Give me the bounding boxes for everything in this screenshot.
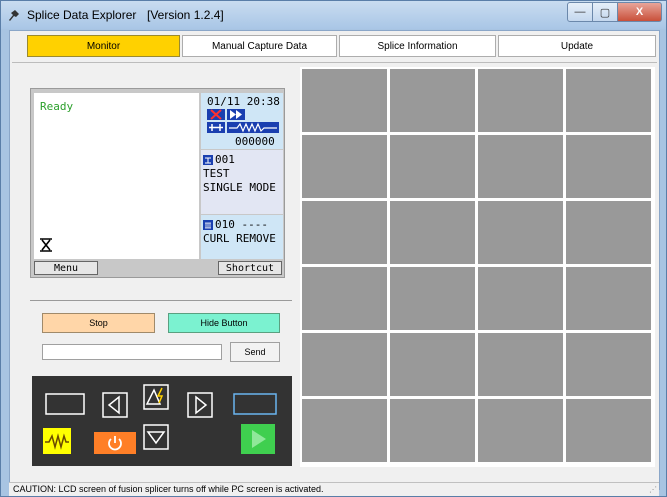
- grid-cell[interactable]: [478, 399, 563, 462]
- no-splice-icon: [207, 109, 225, 120]
- down-arrow-key[interactable]: [143, 424, 169, 450]
- program-name: TEST: [203, 167, 230, 180]
- lcd-shortcut-button[interactable]: Shortcut: [218, 261, 282, 275]
- send-input[interactable]: [42, 344, 222, 360]
- grid-cell[interactable]: [302, 267, 387, 330]
- window-title: Splice Data Explorer: [27, 8, 137, 22]
- send-button[interactable]: Send: [230, 342, 280, 362]
- tab-monitor[interactable]: Monitor: [27, 35, 180, 57]
- grid-cell[interactable]: [390, 201, 475, 264]
- maximize-button[interactable]: ▢: [593, 2, 618, 22]
- tab-splice-information[interactable]: Splice Information: [339, 35, 496, 57]
- window-controls: — ▢ X: [567, 2, 662, 22]
- grid-cell[interactable]: [390, 399, 475, 462]
- tab-divider: [12, 62, 657, 63]
- lcd-main-screen[interactable]: Ready: [34, 93, 199, 259]
- panel-divider: [30, 300, 292, 301]
- hide-button[interactable]: Hide Button: [168, 313, 280, 333]
- lcd-info-top: 01/11 20:38 000000: [201, 93, 283, 149]
- grid-cell[interactable]: [566, 399, 651, 462]
- grid-cell[interactable]: [566, 201, 651, 264]
- heater-icon: [203, 220, 213, 230]
- grid-cell[interactable]: [390, 135, 475, 198]
- lcd-info-program: 001 TEST SINGLE MODE: [201, 150, 283, 214]
- blank-key-right[interactable]: [233, 393, 277, 415]
- waveform-key[interactable]: [43, 428, 71, 454]
- waveform-bar-icon: [227, 122, 279, 133]
- grid-cell[interactable]: [566, 333, 651, 396]
- start-key[interactable]: [241, 424, 275, 454]
- capture-grid: [300, 67, 655, 467]
- lcd-menu-button[interactable]: Menu: [34, 261, 98, 275]
- grid-cell[interactable]: [478, 69, 563, 132]
- resize-grip-icon[interactable]: ⋰: [649, 485, 657, 494]
- grid-cell[interactable]: [302, 135, 387, 198]
- minimize-button[interactable]: —: [567, 2, 593, 22]
- app-icon: [9, 10, 19, 21]
- grid-cell[interactable]: [566, 69, 651, 132]
- splicer-keypad: [32, 376, 292, 466]
- grid-cell[interactable]: [302, 333, 387, 396]
- grid-cell[interactable]: [478, 135, 563, 198]
- tab-bar: Monitor Manual Capture Data Splice Infor…: [17, 35, 658, 57]
- grid-cell[interactable]: [302, 201, 387, 264]
- power-key[interactable]: [94, 432, 136, 454]
- grid-cell[interactable]: [478, 201, 563, 264]
- heater-number: 010 ----: [215, 218, 268, 231]
- grid-cell[interactable]: [390, 333, 475, 396]
- tab-manual-capture-data[interactable]: Manual Capture Data: [182, 35, 337, 57]
- window-version: [Version 1.2.4]: [147, 8, 224, 22]
- title-bar[interactable]: Splice Data Explorer [Version 1.2.4] — ▢…: [1, 1, 666, 29]
- grid-cell[interactable]: [390, 267, 475, 330]
- fast-forward-icon: [227, 109, 245, 120]
- lcd-counter: 000000: [235, 135, 275, 148]
- program-number: 001: [215, 153, 235, 166]
- lcd-datetime: 01/11 20:38: [207, 95, 280, 108]
- grid-cell[interactable]: [478, 333, 563, 396]
- lcd-status-text: Ready: [40, 100, 74, 113]
- blank-key-left[interactable]: [45, 393, 85, 415]
- arc-key[interactable]: [143, 384, 169, 410]
- stop-button[interactable]: Stop: [42, 313, 155, 333]
- status-bar: CAUTION: LCD screen of fusion splicer tu…: [9, 482, 659, 496]
- grid-cell[interactable]: [302, 399, 387, 462]
- grid-cell[interactable]: [478, 267, 563, 330]
- right-arrow-key[interactable]: [187, 392, 213, 418]
- program-icon: [203, 155, 213, 165]
- grid-cell[interactable]: [390, 69, 475, 132]
- grid-cell[interactable]: [566, 267, 651, 330]
- tab-update[interactable]: Update: [498, 35, 656, 57]
- close-button[interactable]: X: [618, 2, 662, 22]
- heater-name: CURL REMOVE: [203, 232, 276, 245]
- grid-cell[interactable]: [302, 69, 387, 132]
- left-arrow-key[interactable]: [102, 392, 128, 418]
- fiber-mode: SINGLE MODE: [203, 181, 276, 194]
- lcd-info-heater: 010 ---- CURL REMOVE: [201, 215, 283, 259]
- x-axis-icon: [40, 238, 52, 252]
- grid-cell[interactable]: [566, 135, 651, 198]
- fiber-icon: [207, 122, 225, 133]
- status-caution-text: CAUTION: LCD screen of fusion splicer tu…: [13, 484, 324, 494]
